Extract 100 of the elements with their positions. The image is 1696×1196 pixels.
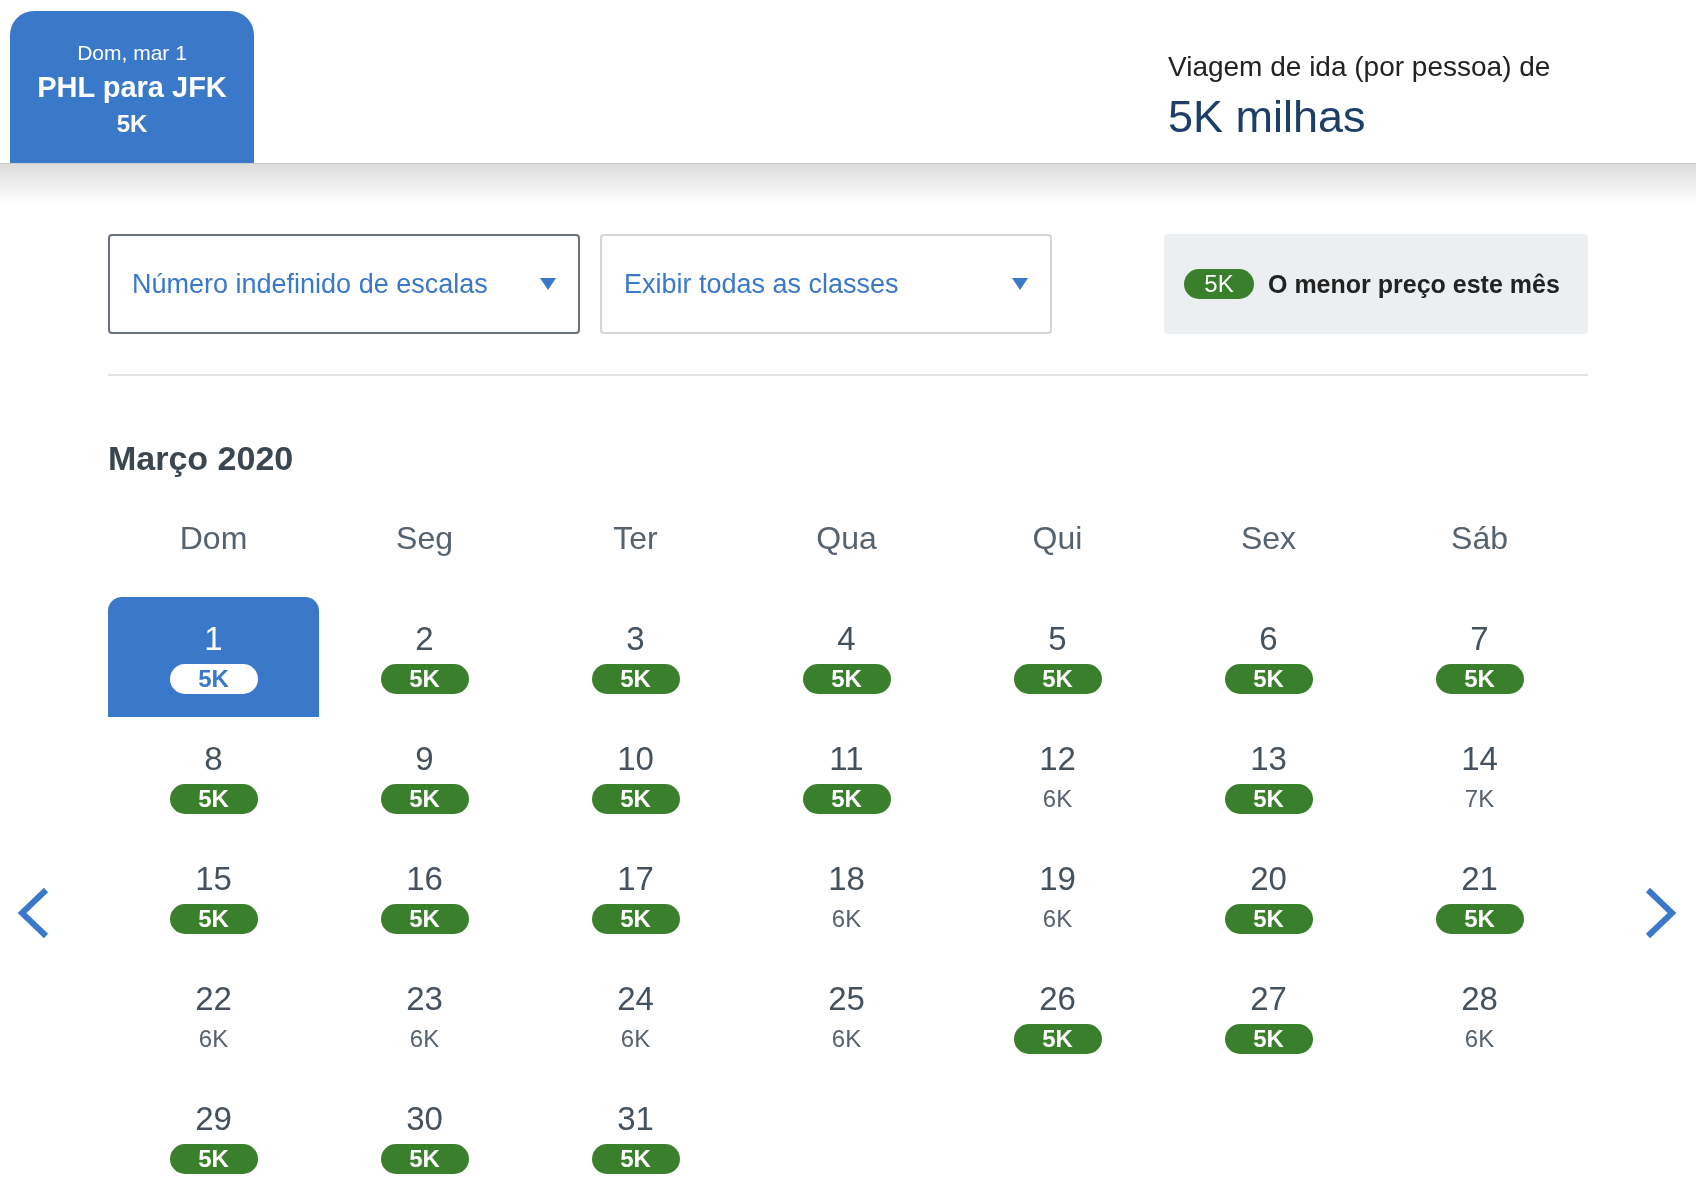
- price-badge: 5K: [1013, 1024, 1102, 1054]
- day-cell[interactable]: 10 5K: [530, 717, 741, 837]
- day-number: 31: [617, 1100, 654, 1138]
- day-cell[interactable]: 31 5K: [530, 1077, 741, 1196]
- day-number: 9: [415, 740, 434, 778]
- weekday-label: Ter: [613, 520, 658, 556]
- day-cell[interactable]: 11 5K: [741, 717, 952, 837]
- day-cell[interactable]: 18 6K: [741, 837, 952, 957]
- price-badge: 5K: [1224, 784, 1313, 814]
- price-badge: 5K: [1224, 664, 1313, 694]
- day-cell[interactable]: 20 5K: [1163, 837, 1374, 957]
- weekday-label: Sex: [1240, 520, 1297, 556]
- day-number: 10: [617, 740, 654, 778]
- weekday-label: Seg: [396, 520, 453, 556]
- day-number: 13: [1250, 740, 1287, 778]
- day-cell[interactable]: 19 6K: [952, 837, 1163, 957]
- price-badge: 5K: [1224, 904, 1313, 934]
- price-text: 6K: [408, 1024, 441, 1054]
- day-number: 17: [617, 860, 654, 898]
- month-title: Março 2020: [108, 439, 295, 478]
- day-number: 30: [406, 1100, 443, 1138]
- price-text: 6K: [830, 904, 863, 934]
- price-badge: 5K: [169, 664, 258, 694]
- day-cell[interactable]: 16 5K: [319, 837, 530, 957]
- day-cell[interactable]: 4 5K: [741, 597, 952, 717]
- weekday-label: Qua: [816, 520, 877, 556]
- day-cell[interactable]: 14 7K: [1374, 717, 1585, 837]
- price-badge: 5K: [380, 664, 469, 694]
- day-number: 26: [1039, 980, 1076, 1018]
- price-text: 6K: [197, 1024, 230, 1054]
- day-cell[interactable]: 24 6K: [530, 957, 741, 1077]
- day-number: 27: [1250, 980, 1287, 1018]
- day-number: 7: [1470, 620, 1489, 658]
- price-badge: 5K: [380, 784, 469, 814]
- day-number: 6: [1259, 620, 1278, 658]
- day-number: 14: [1461, 740, 1498, 778]
- price-badge: 5K: [591, 1144, 680, 1174]
- day-cell[interactable]: 6 5K: [1163, 597, 1374, 717]
- day-number: 28: [1461, 980, 1498, 1018]
- day-cell[interactable]: 2 5K: [319, 597, 530, 717]
- price-badge: 5K: [380, 904, 469, 934]
- day-number: 25: [828, 980, 865, 1018]
- price-badge: 5K: [802, 664, 891, 694]
- tab-date: Dom, mar 1: [77, 40, 187, 65]
- price-badge: 5K: [1184, 269, 1254, 299]
- day-cell[interactable]: 25 6K: [741, 957, 952, 1077]
- price-badge: 5K: [1224, 1024, 1313, 1054]
- day-number: 22: [195, 980, 232, 1018]
- day-number: 5: [1048, 620, 1067, 658]
- legend-text: O menor preço este mês: [1268, 269, 1560, 299]
- day-cell[interactable]: 5 5K: [952, 597, 1163, 717]
- day-cell[interactable]: 21 5K: [1374, 837, 1585, 957]
- day-cell[interactable]: 15 5K: [108, 837, 319, 957]
- price-badge: 5K: [591, 664, 680, 694]
- day-number: 24: [617, 980, 654, 1018]
- price-text: 6K: [1041, 904, 1074, 934]
- price-badge: 5K: [591, 784, 680, 814]
- day-number: 21: [1461, 860, 1498, 898]
- price-text: 6K: [1463, 1024, 1496, 1054]
- day-cell[interactable]: 9 5K: [319, 717, 530, 837]
- fare-price: 5K milhas: [1168, 90, 1367, 143]
- day-number: 20: [1250, 860, 1287, 898]
- day-number: 19: [1039, 860, 1076, 898]
- day-cell[interactable]: 29 5K: [108, 1077, 319, 1196]
- day-number: 12: [1039, 740, 1076, 778]
- price-text: 6K: [1041, 784, 1074, 814]
- day-cell[interactable]: 7 5K: [1374, 597, 1585, 717]
- weekday-label: Sáb: [1451, 520, 1508, 556]
- day-cell[interactable]: 13 5K: [1163, 717, 1374, 837]
- price-badge: 5K: [169, 904, 258, 934]
- weekday-label: Qui: [1032, 520, 1083, 556]
- dropdown-select[interactable]: Exibir todas as classes: [600, 234, 1052, 334]
- price-text: 6K: [830, 1024, 863, 1054]
- day-cell[interactable]: 3 5K: [530, 597, 741, 717]
- day-number: 8: [204, 740, 223, 778]
- day-cell[interactable]: 23 6K: [319, 957, 530, 1077]
- day-cell[interactable]: 27 5K: [1163, 957, 1374, 1077]
- day-cell[interactable]: 22 6K: [108, 957, 319, 1077]
- day-cell[interactable]: 8 5K: [108, 717, 319, 837]
- flight-tab[interactable]: Dom, mar 1 PHL para JFK 5K: [10, 11, 254, 163]
- price-text: 6K: [619, 1024, 652, 1054]
- dropdown-select[interactable]: Número indefinido de escalas: [108, 234, 580, 334]
- price-badge: 5K: [169, 1144, 258, 1174]
- price-text: 7K: [1463, 784, 1496, 814]
- day-cell[interactable]: 28 6K: [1374, 957, 1585, 1077]
- day-number: 3: [626, 620, 645, 658]
- price-badge: 5K: [591, 904, 680, 934]
- caret-icon: [540, 278, 556, 290]
- day-cell[interactable]: 12 6K: [952, 717, 1163, 837]
- day-cell[interactable]: 17 5K: [530, 837, 741, 957]
- day-number: 15: [195, 860, 232, 898]
- weekday-label: Dom: [179, 520, 248, 556]
- day-cell[interactable]: 26 5K: [952, 957, 1163, 1077]
- day-number: 1: [204, 620, 223, 658]
- day-number: 18: [828, 860, 865, 898]
- caret-icon: [1012, 278, 1028, 290]
- day-cell[interactable]: 30 5K: [319, 1077, 530, 1196]
- price-badge: 5K: [169, 784, 258, 814]
- price-badge: 5K: [380, 1144, 469, 1174]
- day-cell[interactable]: 1 5K: [108, 597, 319, 717]
